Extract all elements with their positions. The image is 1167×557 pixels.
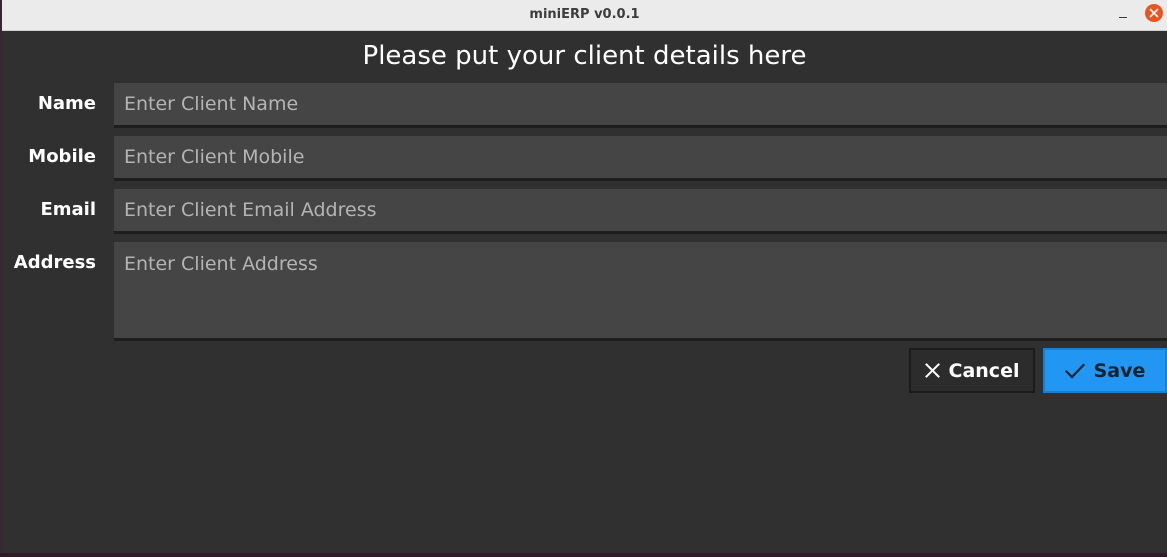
close-window-icon xyxy=(1149,8,1159,18)
mobile-label: Mobile xyxy=(28,146,96,167)
client-address-input[interactable] xyxy=(114,242,1167,341)
check-icon xyxy=(1064,362,1085,379)
close-icon xyxy=(924,363,940,378)
form-heading: Please put your client details here xyxy=(362,41,807,71)
cancel-label: Cancel xyxy=(948,359,1020,382)
address-label: Address xyxy=(13,252,96,273)
minimize-button[interactable] xyxy=(1115,6,1133,24)
client-email-input[interactable] xyxy=(114,189,1167,234)
cancel-button[interactable]: Cancel xyxy=(909,348,1035,393)
title-bar: miniERP v0.0.1 xyxy=(2,0,1167,31)
client-name-input[interactable] xyxy=(114,83,1167,128)
client-mobile-input[interactable] xyxy=(114,136,1167,181)
email-label: Email xyxy=(40,199,96,220)
save-button[interactable]: Save xyxy=(1043,348,1167,393)
minimize-icon xyxy=(1119,17,1127,18)
save-label: Save xyxy=(1093,359,1146,382)
name-label: Name xyxy=(37,93,96,114)
app-window: miniERP v0.0.1 Please put your client de… xyxy=(0,0,1167,553)
window-title: miniERP v0.0.1 xyxy=(529,7,640,22)
close-window-button[interactable] xyxy=(1145,4,1163,22)
